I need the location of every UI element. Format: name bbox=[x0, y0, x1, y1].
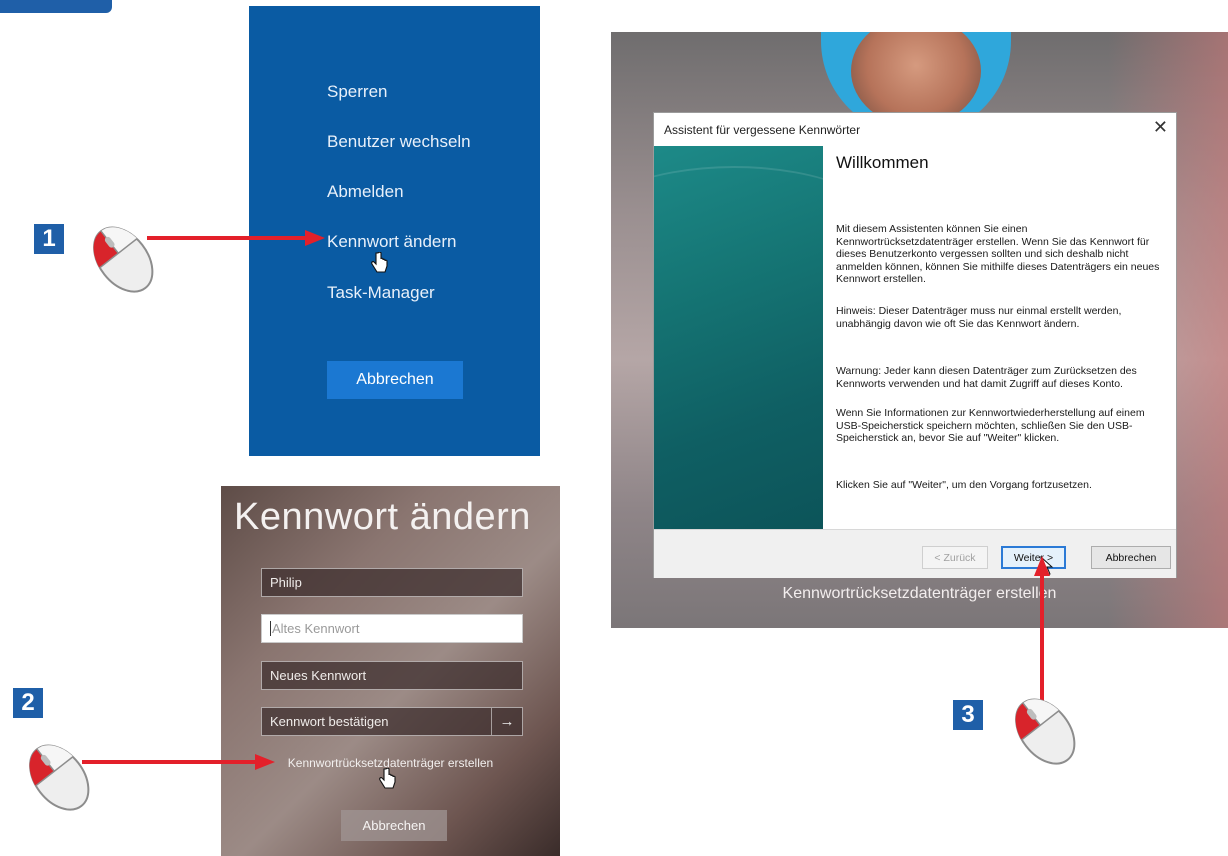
cancel-button[interactable]: Abbrechen bbox=[1091, 546, 1171, 569]
hand-cursor-icon bbox=[371, 252, 388, 273]
step-badge-3: 3 bbox=[953, 700, 983, 730]
forgotten-password-wizard: Assistent für vergessene Kennwörter ✕ Wi… bbox=[653, 112, 1177, 578]
arrow-head-1 bbox=[305, 230, 325, 246]
cancel-button[interactable]: Abbrechen bbox=[327, 361, 463, 399]
wizard-usb-text: Wenn Sie Informationen zur Kennwortwiede… bbox=[836, 407, 1145, 444]
arrow-line-1 bbox=[147, 236, 307, 240]
corner-tab-fragment bbox=[0, 0, 112, 13]
submit-arrow-button[interactable]: → bbox=[491, 708, 522, 735]
mouse-icon bbox=[1015, 698, 1076, 765]
security-options-panel: Sperren Benutzer wechseln Abmelden Kennw… bbox=[249, 6, 540, 456]
new-password-placeholder: Neues Kennwort bbox=[270, 668, 367, 683]
confirm-password-placeholder: Kennwort bestätigen bbox=[270, 714, 389, 729]
page-title: Kennwort ändern bbox=[234, 496, 531, 538]
wizard-continue-text: Klicken Sie auf "Weiter", um den Vorgang… bbox=[836, 479, 1092, 491]
reset-disk-caption: Kennwortrücksetzdatenträger erstellen bbox=[782, 585, 1057, 602]
wizard-hint-text: Hinweis: Dieser Datenträger muss nur ein… bbox=[836, 305, 1122, 330]
hand-cursor-icon bbox=[379, 768, 396, 789]
arrow-line-2 bbox=[82, 760, 257, 764]
banner-decoration bbox=[654, 166, 823, 308]
cancel-button[interactable]: Abbrechen bbox=[341, 810, 447, 841]
arrow-head-2 bbox=[255, 754, 275, 770]
confirm-password-input[interactable]: Kennwort bestätigen → bbox=[261, 707, 523, 736]
new-password-input[interactable]: Neues Kennwort bbox=[261, 661, 523, 690]
change-password-panel: Kennwort ändern Philip Altes Kennwort Ne… bbox=[221, 486, 560, 856]
menu-item-benutzer-wechseln[interactable]: Benutzer wechseln bbox=[327, 132, 471, 152]
wizard-warning-text: Warnung: Jeder kann diesen Datenträger z… bbox=[836, 365, 1137, 390]
old-password-placeholder: Altes Kennwort bbox=[270, 621, 360, 636]
username-value: Philip bbox=[270, 575, 302, 590]
menu-item-kennwort-aendern[interactable]: Kennwort ändern bbox=[327, 232, 456, 252]
step-badge-1: 1 bbox=[34, 224, 64, 254]
menu-item-sperren[interactable]: Sperren bbox=[327, 82, 387, 102]
menu-item-abmelden[interactable]: Abmelden bbox=[327, 182, 404, 202]
close-icon[interactable]: ✕ bbox=[1153, 117, 1168, 138]
wizard-footer: < Zurück Weiter > Abbrechen bbox=[654, 529, 1176, 578]
username-field: Philip bbox=[261, 568, 523, 597]
old-password-input[interactable]: Altes Kennwort bbox=[261, 614, 523, 643]
arrow-right-icon: → bbox=[499, 713, 515, 730]
step-badge-2: 2 bbox=[13, 688, 43, 718]
wizard-heading: Willkommen bbox=[836, 153, 929, 172]
window-title: Assistent für vergessene Kennwörter bbox=[664, 123, 861, 137]
mouse-icon bbox=[93, 226, 154, 293]
arrow-head-3 bbox=[1034, 556, 1050, 576]
wizard-intro-text: Mit diesem Assistenten können Sie einen … bbox=[836, 223, 1160, 285]
wizard-side-banner bbox=[654, 146, 823, 529]
mouse-icon bbox=[29, 744, 90, 811]
back-button[interactable]: < Zurück bbox=[922, 546, 988, 569]
menu-item-task-manager[interactable]: Task-Manager bbox=[327, 283, 435, 303]
